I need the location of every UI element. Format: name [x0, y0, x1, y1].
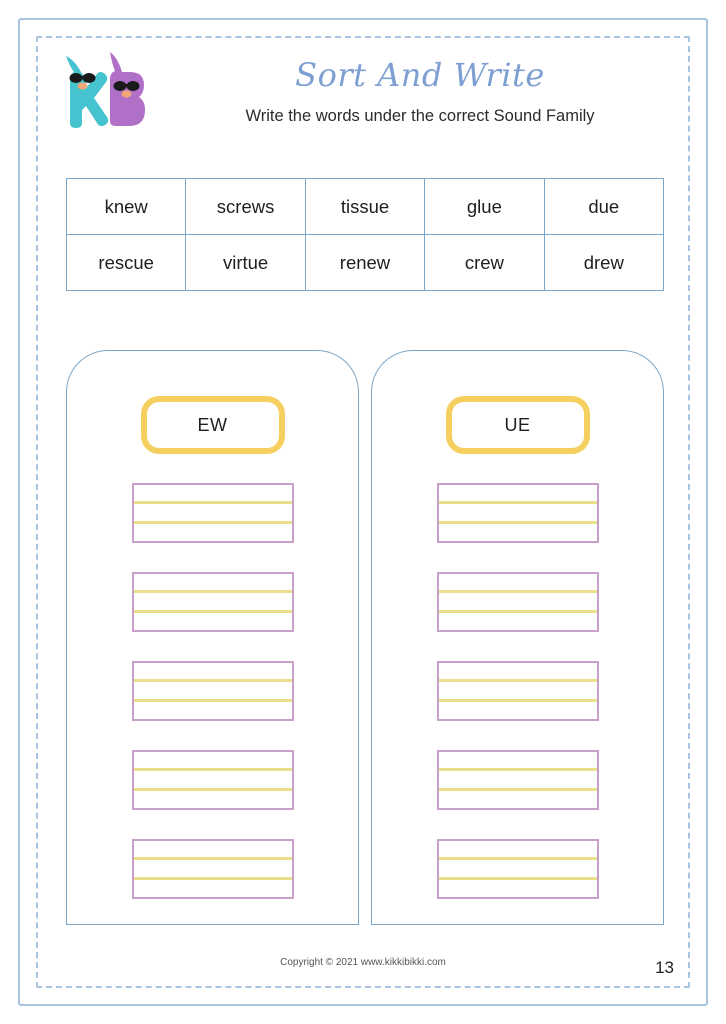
writing-line-box[interactable]: [436, 483, 599, 543]
sort-column: EW: [66, 350, 359, 925]
writing-line-box[interactable]: [131, 750, 294, 810]
sound-family-badge: UE: [445, 396, 590, 454]
guide-line: [438, 788, 597, 791]
word-bank-row: knew screws tissue glue due: [65, 178, 665, 235]
guide-line: [133, 521, 292, 524]
guide-line: [133, 501, 292, 504]
sort-column: UE: [371, 350, 664, 925]
worksheet-content: Sort And Write Write the words under the…: [20, 20, 706, 1004]
word-bank-cell: drew: [543, 234, 665, 291]
writing-line-box[interactable]: [436, 572, 599, 632]
word-bank-cell: due: [543, 178, 665, 235]
answer-slots: [67, 483, 358, 899]
guide-line: [133, 768, 292, 771]
page-number: 13: [655, 958, 674, 977]
copyright-text: Copyright © 2021 www.kikkibikki.com: [280, 957, 446, 968]
sort-columns-area: EW UE: [66, 350, 664, 925]
kikkibikki-logo-icon: [50, 46, 156, 132]
word-bank-cell: tissue: [304, 178, 426, 235]
guide-line: [438, 877, 597, 880]
word-bank-cell: knew: [65, 178, 187, 235]
guide-line: [133, 699, 292, 702]
word-bank-table: knew screws tissue glue due rescue virtue renew…: [65, 178, 665, 291]
guide-line: [438, 699, 597, 702]
guide-line: [438, 521, 597, 524]
guide-line: [438, 501, 597, 504]
worksheet-page: Sort And Write Write the words under the…: [18, 18, 708, 1006]
guide-line: [438, 590, 597, 593]
guide-line: [133, 610, 292, 613]
word-bank-row: rescue virtue renew crew drew: [65, 234, 665, 291]
guide-line: [438, 679, 597, 682]
guide-line: [438, 768, 597, 771]
guide-line: [438, 857, 597, 860]
writing-line-box[interactable]: [131, 572, 294, 632]
writing-line-box[interactable]: [436, 661, 599, 721]
guide-line: [133, 788, 292, 791]
guide-line: [133, 877, 292, 880]
guide-line: [133, 590, 292, 593]
writing-line-box[interactable]: [131, 839, 294, 899]
guide-line: [133, 857, 292, 860]
word-bank-cell: renew: [304, 234, 426, 291]
word-bank-cell: screws: [185, 178, 306, 235]
writing-line-box[interactable]: [436, 839, 599, 899]
word-bank-cell: rescue: [65, 234, 187, 291]
word-bank-cell: glue: [424, 178, 545, 235]
answer-slots: [372, 483, 663, 899]
sound-family-badge: EW: [140, 396, 285, 454]
page-subtitle: Write the words under the correct Sound …: [245, 107, 595, 125]
page-title: Sort And Write: [295, 56, 545, 94]
word-bank-body: knew screws tissue glue due rescue virtue renew…: [65, 178, 665, 291]
word-bank-cell: virtue: [185, 234, 306, 291]
guide-line: [438, 610, 597, 613]
guide-line: [133, 679, 292, 682]
writing-line-box[interactable]: [131, 483, 294, 543]
writing-line-box[interactable]: [131, 661, 294, 721]
writing-line-box[interactable]: [436, 750, 599, 810]
word-bank-cell: crew: [424, 234, 545, 291]
